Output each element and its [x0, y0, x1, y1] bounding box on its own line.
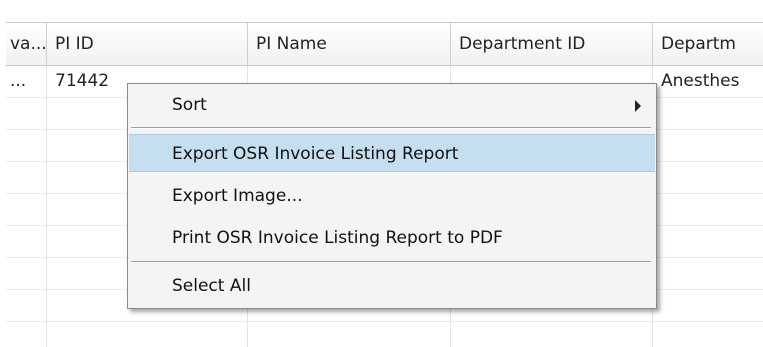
menu-item-sort-label: Sort [172, 95, 207, 115]
column-header-department[interactable]: Departm [653, 23, 763, 65]
table-row [6, 322, 763, 347]
menu-item-export-image-label: Export Image... [172, 186, 303, 206]
cell-department: Anesthes [661, 71, 740, 91]
table-header: va... PI ID PI Name Department ID Depart… [6, 22, 763, 66]
window: va... PI ID PI Name Department ID Depart… [0, 0, 763, 347]
top-area [0, 0, 763, 22]
column-header-department-id[interactable]: Department ID [451, 23, 653, 65]
submenu-arrow-icon [635, 100, 641, 112]
column-header-pi-name[interactable]: PI Name [248, 23, 451, 65]
menu-separator [131, 261, 651, 263]
column-header-va[interactable]: va... [6, 23, 47, 65]
menu-item-export-image[interactable]: Export Image... [129, 177, 655, 215]
menu-item-select-all-label: Select All [172, 276, 251, 296]
column-header-pi-id[interactable]: PI ID [47, 23, 248, 65]
menu-item-sort[interactable]: Sort [129, 86, 655, 124]
context-menu: Sort Export OSR Invoice Listing Report E… [127, 83, 657, 309]
menu-item-export-report-label: Export OSR Invoice Listing Report [172, 144, 459, 164]
cell-va: ... [6, 66, 47, 97]
menu-item-export-osr-invoice-listing-report[interactable]: Export OSR Invoice Listing Report [129, 134, 655, 172]
menu-item-print-report-to-pdf[interactable]: Print OSR Invoice Listing Report to PDF [129, 219, 655, 257]
menu-separator [131, 127, 651, 129]
menu-item-select-all[interactable]: Select All [129, 267, 655, 305]
menu-item-print-pdf-label: Print OSR Invoice Listing Report to PDF [172, 228, 503, 248]
